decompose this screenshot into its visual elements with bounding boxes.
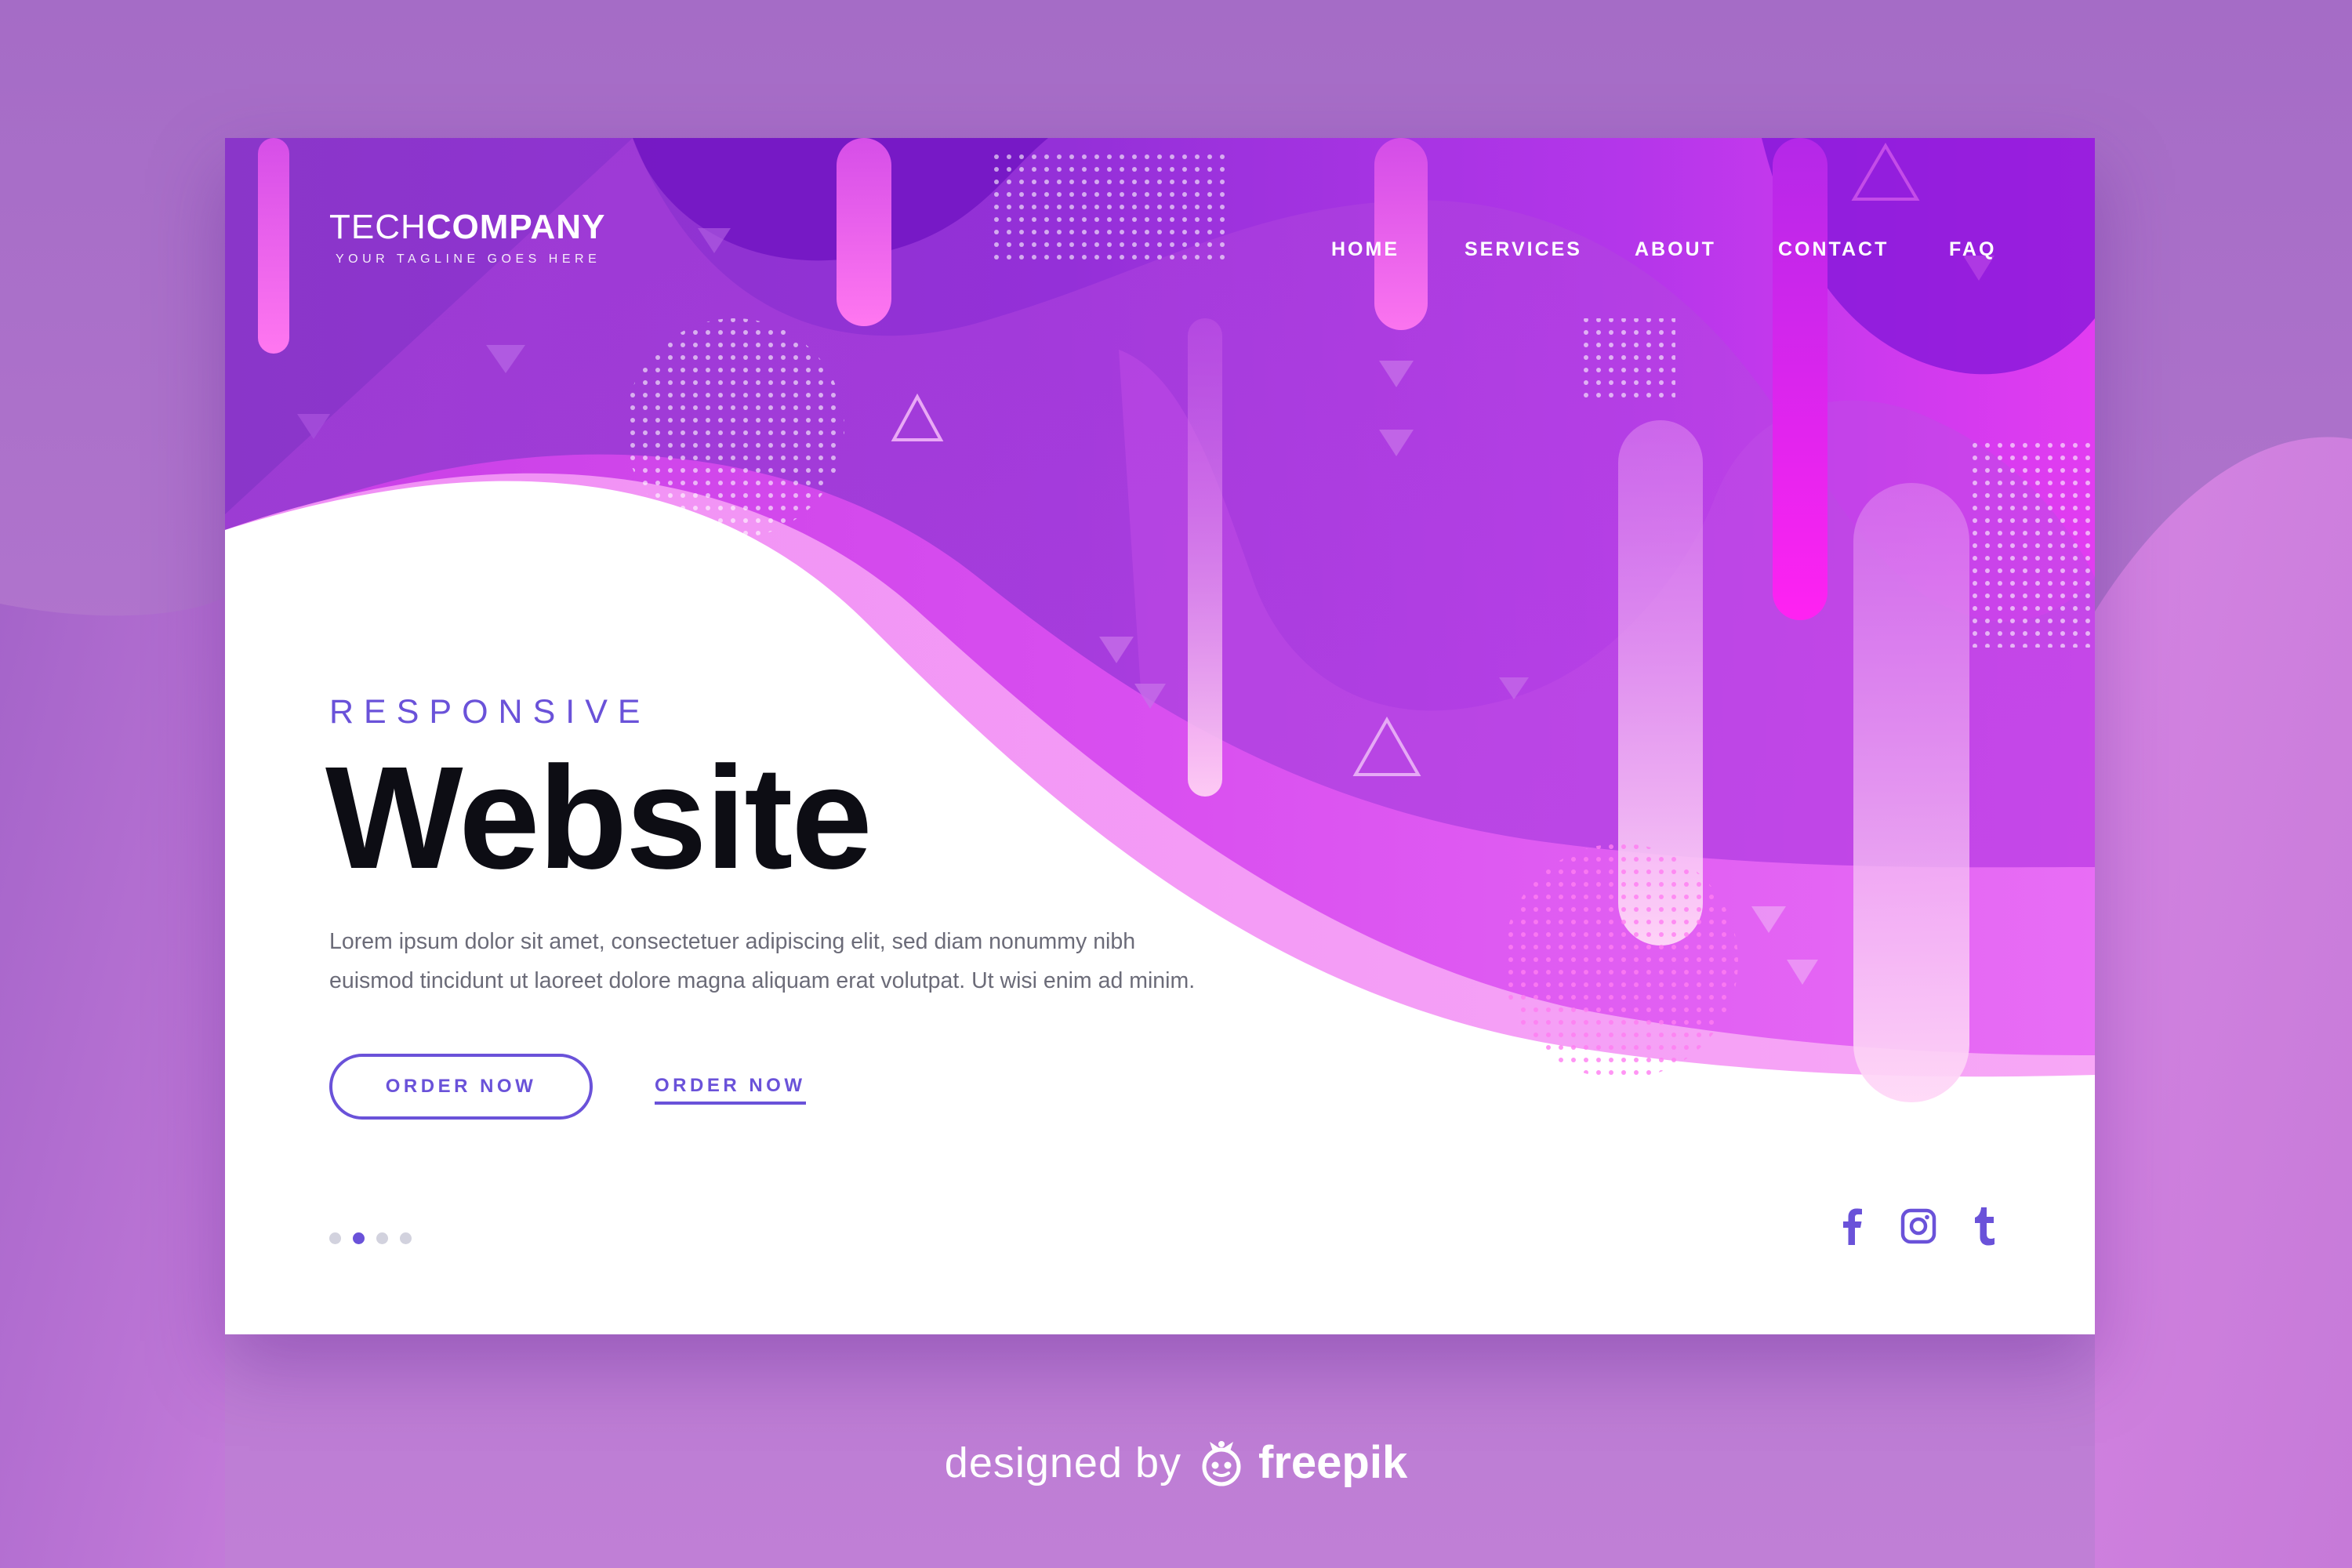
main-nav: HOME SERVICES ABOUT CONTACT FAQ	[225, 238, 2095, 270]
hero-title: Website	[325, 737, 873, 899]
tumblr-icon[interactable]	[1964, 1204, 2005, 1248]
hero-kicker: RESPONSIVE	[329, 693, 651, 731]
hero-description-line: euismod tincidunt ut laoreet dolore magn…	[329, 968, 1196, 993]
nav-item-home[interactable]: HOME	[1331, 238, 1399, 261]
pagination-dot-active[interactable]	[353, 1232, 365, 1244]
credit-brand: freepik	[1258, 1437, 1408, 1488]
credit-prefix: designed by	[944, 1439, 1182, 1486]
hero-description-line: Lorem ipsum dolor sit amet, consectetuer…	[329, 929, 1136, 954]
nav-item-contact[interactable]: CONTACT	[1778, 238, 1889, 261]
order-now-link[interactable]: ORDER NOW	[655, 1075, 806, 1105]
nav-item-faq[interactable]: FAQ	[1949, 238, 1996, 261]
hero-description: Lorem ipsum dolor sit amet, consectetuer…	[329, 922, 1270, 1000]
designer-credit: designed by freepik	[0, 1436, 2352, 1489]
page: { "header": { "logo_light": "TECH", "log…	[0, 0, 2352, 1568]
facebook-icon[interactable]	[1832, 1204, 1873, 1248]
freepik-logo-icon	[1202, 1440, 1241, 1486]
pagination-dot[interactable]	[376, 1232, 388, 1244]
pagination-dot[interactable]	[329, 1232, 341, 1244]
nav-item-about[interactable]: ABOUT	[1635, 238, 1716, 261]
hero-artwork	[225, 138, 2095, 1334]
landing-card: TECHCOMPANY YOUR TAGLINE GOES HERE HOME …	[225, 138, 2095, 1334]
nav-item-services[interactable]: SERVICES	[1465, 238, 1582, 261]
credit-content: designed by freepik	[945, 1436, 1407, 1489]
order-now-button[interactable]: ORDER NOW	[329, 1054, 593, 1120]
pagination-dot[interactable]	[400, 1232, 412, 1244]
instagram-icon[interactable]	[1898, 1204, 1939, 1248]
